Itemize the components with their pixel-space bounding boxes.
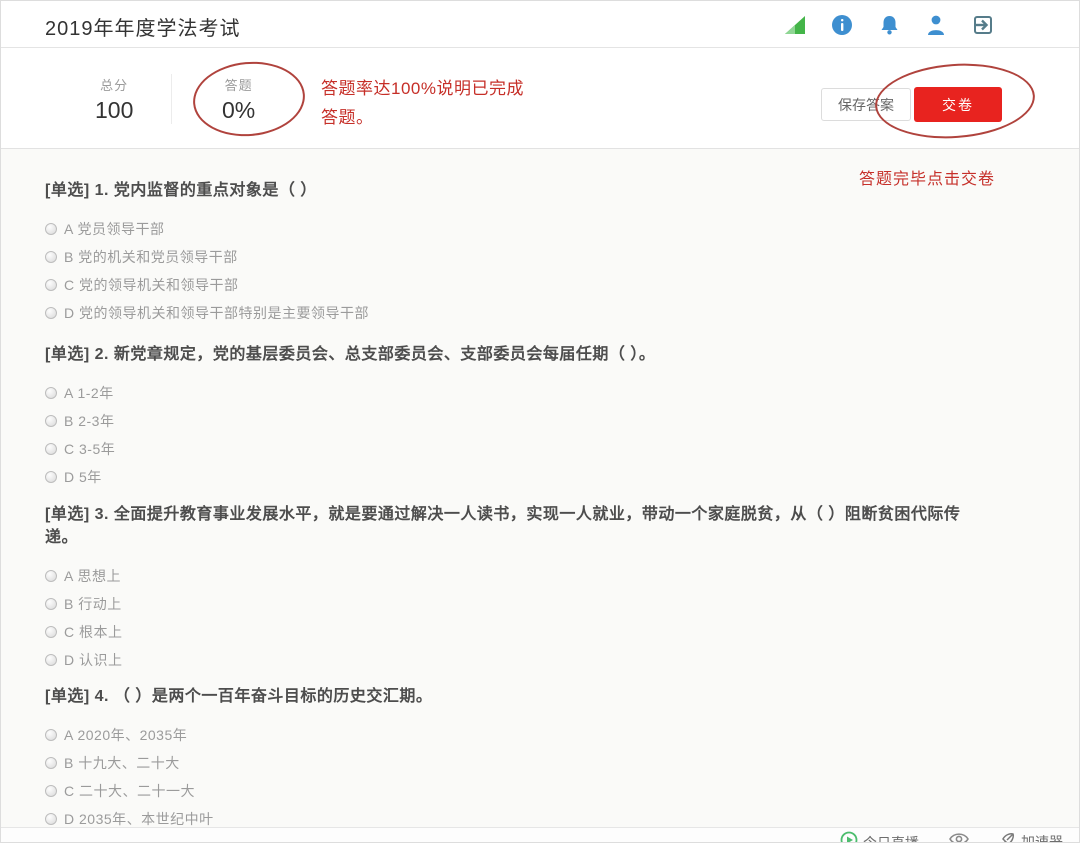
option-label: B 2-3年 <box>64 411 114 431</box>
accelerator-label: 加速器 <box>1021 832 1063 843</box>
radio-button[interactable] <box>45 785 57 797</box>
live-stream-label: 今日直播 <box>863 833 919 843</box>
radio-button[interactable] <box>45 813 57 825</box>
option-label: A 1-2年 <box>64 383 114 403</box>
user-icon[interactable] <box>926 15 946 35</box>
option-row[interactable]: A 2020年、2035年 <box>45 721 1005 749</box>
question-title: [单选] 2. 新党章规定，党的基层委员会、总支部委员会、支部委员会每届任期（ … <box>45 343 990 366</box>
question-4: [单选] 4. （ ）是两个一百年奋斗目标的历史交汇期。 A 2020年、203… <box>45 685 1005 833</box>
question-3: [单选] 3. 全面提升教育事业发展水平，就是要通过解决一人读书，实现一人就业，… <box>45 503 1005 674</box>
option-row[interactable]: B 十九大、二十大 <box>45 749 1005 777</box>
option-label: C 二十大、二十一大 <box>64 781 195 801</box>
question-area: 答题完毕点击交卷 [单选] 1. 党内监督的重点对象是（ ） A 党员领导干部 … <box>1 149 1080 827</box>
signal-icon[interactable] <box>785 15 805 35</box>
radio-button[interactable] <box>45 598 57 610</box>
bottom-bar: 今日直播 加速器 <box>1 827 1080 843</box>
total-score-label: 总分 <box>95 75 133 94</box>
option-row[interactable]: A 1-2年 <box>45 379 1005 407</box>
radio-button[interactable] <box>45 279 57 291</box>
option-row[interactable]: C 3-5年 <box>45 435 1005 463</box>
logout-icon[interactable] <box>973 15 993 35</box>
option-row[interactable]: B 党的机关和党员领导干部 <box>45 243 1005 271</box>
radio-button[interactable] <box>45 570 57 582</box>
question-1: [单选] 1. 党内监督的重点对象是（ ） A 党员领导干部 B 党的机关和党员… <box>45 179 1005 327</box>
option-label: A 思想上 <box>64 566 121 586</box>
option-label: C 根本上 <box>64 622 123 642</box>
bottom-widgets: 今日直播 加速器 <box>840 831 1063 843</box>
total-score-block: 总分 100 <box>95 75 133 124</box>
radio-button[interactable] <box>45 307 57 319</box>
radio-button[interactable] <box>45 251 57 263</box>
total-score-value: 100 <box>95 97 133 124</box>
radio-button[interactable] <box>45 729 57 741</box>
option-label: A 党员领导干部 <box>64 219 164 239</box>
option-row[interactable]: A 思想上 <box>45 562 1005 590</box>
option-row[interactable]: A 党员领导干部 <box>45 215 1005 243</box>
radio-button[interactable] <box>45 223 57 235</box>
option-label: D 2035年、本世纪中叶 <box>64 809 214 829</box>
radio-button[interactable] <box>45 757 57 769</box>
radio-button[interactable] <box>45 626 57 638</box>
header-icons <box>785 1 993 48</box>
accelerator-widget[interactable]: 加速器 <box>999 831 1063 843</box>
eye-icon[interactable] <box>949 831 969 843</box>
option-row[interactable]: C 党的领导机关和领导干部 <box>45 271 1005 299</box>
option-label: B 十九大、二十大 <box>64 753 180 773</box>
option-row[interactable]: D 认识上 <box>45 646 1005 674</box>
play-circle-icon <box>840 831 858 843</box>
radio-button[interactable] <box>45 415 57 427</box>
page-title: 2019年年度学法考试 <box>45 12 241 41</box>
option-row[interactable]: C 二十大、二十一大 <box>45 777 1005 805</box>
option-row[interactable]: D 5年 <box>45 463 1005 491</box>
radio-button[interactable] <box>45 387 57 399</box>
answer-rate-block: 答题 0% <box>222 75 255 124</box>
top-header: 2019年年度学法考试 <box>1 1 1080 48</box>
live-stream-widget[interactable]: 今日直播 <box>840 831 919 843</box>
info-icon[interactable] <box>832 15 852 35</box>
exam-page: 2019年年度学法考试 <box>0 0 1080 843</box>
option-row[interactable]: B 2-3年 <box>45 407 1005 435</box>
answer-rate-label: 答题 <box>222 75 255 94</box>
option-label: D 党的领导机关和领导干部特别是主要领导干部 <box>64 303 369 323</box>
radio-button[interactable] <box>45 654 57 666</box>
option-label: C 党的领导机关和领导干部 <box>64 275 239 295</box>
question-title: [单选] 3. 全面提升教育事业发展水平，就是要通过解决一人读书，实现一人就业，… <box>45 503 990 549</box>
option-row[interactable]: B 行动上 <box>45 590 1005 618</box>
option-label: B 行动上 <box>64 594 122 614</box>
vertical-divider <box>171 74 172 124</box>
bell-icon[interactable] <box>879 15 899 35</box>
rocket-icon <box>999 831 1016 843</box>
option-label: C 3-5年 <box>64 439 115 459</box>
question-title: [单选] 4. （ ）是两个一百年奋斗目标的历史交汇期。 <box>45 685 990 708</box>
answer-rate-value: 0% <box>222 97 255 124</box>
question-2: [单选] 2. 新党章规定，党的基层委员会、总支部委员会、支部委员会每届任期（ … <box>45 343 1005 491</box>
option-label: D 5年 <box>64 467 102 487</box>
question-title: [单选] 1. 党内监督的重点对象是（ ） <box>45 179 990 202</box>
radio-button[interactable] <box>45 443 57 455</box>
option-row[interactable]: C 根本上 <box>45 618 1005 646</box>
score-bar: 总分 100 答题 0% 答题率达100%说明已完成答题。 保存答案 交卷 <box>1 48 1080 149</box>
option-label: B 党的机关和党员领导干部 <box>64 247 238 267</box>
save-answers-button[interactable]: 保存答案 <box>821 88 911 121</box>
submit-paper-button[interactable]: 交卷 <box>914 87 1002 122</box>
option-row[interactable]: D 党的领导机关和领导干部特别是主要领导干部 <box>45 299 1005 327</box>
radio-button[interactable] <box>45 471 57 483</box>
option-label: A 2020年、2035年 <box>64 725 187 745</box>
answer-rate-hint: 答题率达100%说明已完成答题。 <box>321 74 526 132</box>
option-label: D 认识上 <box>64 650 123 670</box>
